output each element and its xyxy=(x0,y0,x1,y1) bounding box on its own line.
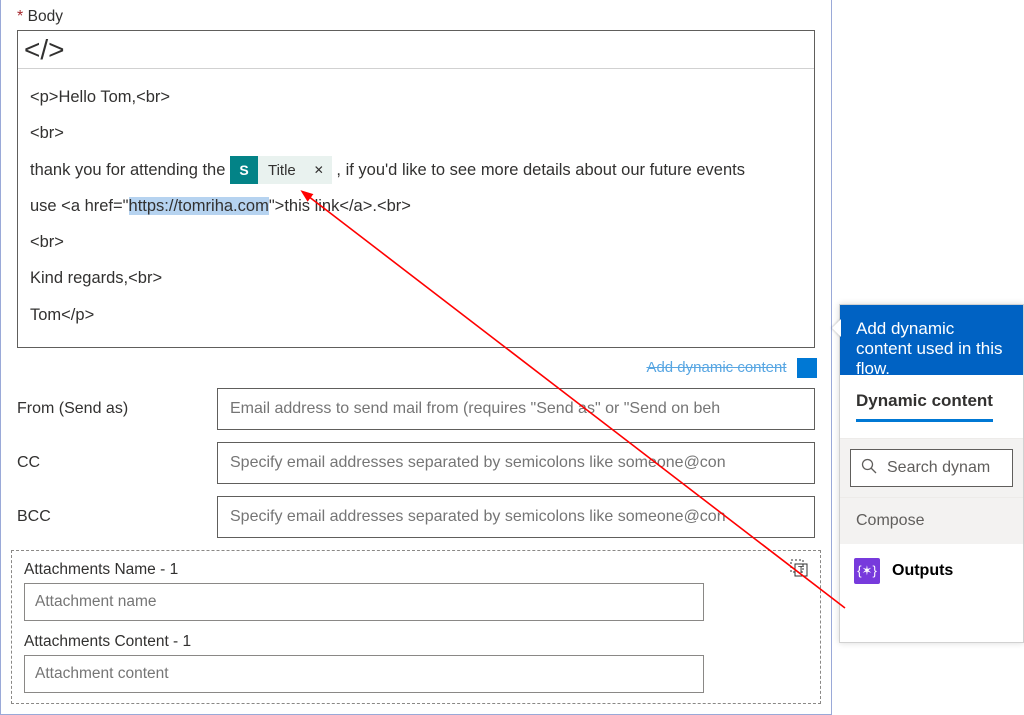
dynamic-content-item-outputs[interactable]: {✶} Outputs xyxy=(840,544,1023,598)
body-line: Kind regards,<br> xyxy=(30,269,162,287)
body-line: <br> xyxy=(30,124,64,142)
compose-icon: {✶} xyxy=(854,558,880,584)
required-indicator: * xyxy=(17,8,28,25)
outputs-label: Outputs xyxy=(892,562,953,580)
body-editor[interactable]: </> <p>Hello Tom,<br> <br> thank you for… xyxy=(17,30,815,348)
bcc-input[interactable] xyxy=(217,496,815,538)
token-label: Title xyxy=(258,154,306,187)
code-view-toggle[interactable]: </> xyxy=(18,31,814,69)
email-action-card: * Body </> <p>Hello Tom,<br> <br> thank … xyxy=(0,0,832,715)
body-line: ">this link</a>.<br> xyxy=(269,197,411,215)
body-line: use <a href=" xyxy=(30,197,129,215)
attachments-content-input[interactable] xyxy=(24,655,704,693)
close-icon[interactable]: ✕ xyxy=(306,157,332,183)
cc-input[interactable] xyxy=(217,442,815,484)
cc-label: CC xyxy=(17,454,197,472)
attachments-name-input[interactable] xyxy=(24,583,704,621)
sharepoint-icon: S xyxy=(230,156,258,184)
add-dynamic-content-link[interactable]: Add dynamic content xyxy=(646,359,786,376)
bcc-label: BCC xyxy=(17,508,197,526)
section-compose: Compose xyxy=(840,498,1023,544)
from-input[interactable] xyxy=(217,388,815,430)
body-line: <p>Hello Tom,<br> xyxy=(30,88,170,106)
body-line: Tom</p> xyxy=(30,306,94,324)
code-icon: </> xyxy=(24,34,64,66)
body-line: , if you'd like to see more details abou… xyxy=(336,161,745,179)
popout-header: Add dynamic content used in this flow. xyxy=(840,305,1023,375)
attachments-content-label: Attachments Content - 1 xyxy=(24,633,808,651)
search-dynamic-content-input[interactable]: Search dynam xyxy=(850,449,1013,487)
popout-caret-icon xyxy=(832,319,841,337)
search-icon xyxy=(861,458,877,479)
body-content-area[interactable]: <p>Hello Tom,<br> <br> thank you for att… xyxy=(18,69,814,347)
body-line: <br> xyxy=(30,233,64,251)
dynamic-token-title[interactable]: S Title ✕ xyxy=(230,156,332,184)
attachments-section: T Attachments Name - 1 Attachments Conte… xyxy=(11,550,821,704)
from-label: From (Send as) xyxy=(17,400,197,418)
highlighted-url: https://tomriha.com xyxy=(129,197,269,215)
attachments-name-label: Attachments Name - 1 xyxy=(24,561,808,579)
dynamic-content-popout: Add dynamic content used in this flow. D… xyxy=(839,304,1024,643)
body-label: Body xyxy=(28,8,63,25)
switch-to-detail-icon[interactable]: T xyxy=(788,557,810,584)
search-placeholder: Search dynam xyxy=(887,459,990,477)
svg-text:T: T xyxy=(798,565,804,576)
tab-dynamic-content[interactable]: Dynamic content xyxy=(856,391,993,422)
add-dynamic-content-badge-icon[interactable] xyxy=(797,358,817,378)
body-line: thank you for attending the xyxy=(30,161,230,179)
